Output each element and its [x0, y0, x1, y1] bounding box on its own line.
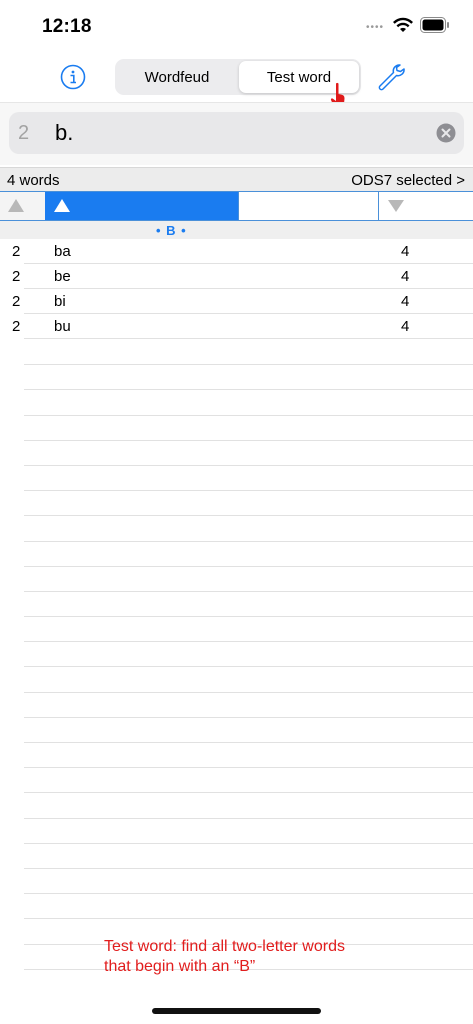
empty-row [24, 491, 473, 517]
empty-row [24, 441, 473, 466]
sort-descending-icon [388, 200, 404, 212]
empty-row [24, 793, 473, 819]
empty-row [24, 693, 473, 718]
empty-row [24, 819, 473, 844]
letter-filter-row: • B • [0, 221, 473, 239]
status-time: 12:18 [42, 16, 92, 37]
dictionary-selector[interactable]: ODS7 selected > [351, 172, 465, 189]
empty-row [24, 542, 473, 567]
empty-row-lines [24, 340, 473, 970]
search-area: 2 b. [0, 102, 473, 165]
word-length: 2 [12, 243, 21, 260]
caption-line-1: Test word: find all two-letter words [104, 938, 345, 955]
empty-row [24, 642, 473, 668]
empty-row [24, 390, 473, 416]
word-text: bu [54, 318, 71, 335]
signal-dots: •••• [366, 22, 385, 33]
empty-row [24, 365, 473, 391]
word-length: 2 [12, 268, 21, 285]
home-indicator[interactable] [152, 1008, 321, 1014]
sort-ascending-icon [8, 199, 24, 212]
segment-wordfeud[interactable]: Wordfeud [117, 61, 237, 93]
empty-row [24, 768, 473, 794]
empty-row [24, 869, 473, 895]
table-row[interactable]: 2 ba 4 [12, 239, 473, 264]
letter-filter-label[interactable]: • B • [156, 223, 187, 238]
caption-line-2: that begin with an “B” [104, 958, 256, 975]
sort-bar [0, 191, 473, 221]
mode-segmented-control: Wordfeud Test word [115, 59, 361, 95]
empty-row [24, 844, 473, 869]
empty-row [24, 516, 473, 542]
results-list: 2 ba 4 2 be 4 2 bi 4 2 bu 4 [0, 239, 473, 339]
sort-length-button[interactable] [0, 192, 45, 220]
clear-icon[interactable] [436, 123, 456, 143]
wifi-icon [393, 17, 413, 32]
empty-row [24, 718, 473, 743]
empty-row [24, 617, 473, 643]
search-input[interactable]: 2 b. [9, 112, 464, 154]
word-text: ba [54, 243, 71, 260]
word-score: 4 [401, 318, 410, 335]
status-bar: 12:18 •••• [0, 0, 473, 52]
empty-row [24, 567, 473, 592]
empty-row [24, 340, 473, 366]
battery-icon [420, 17, 449, 33]
word-count: 4 words [7, 172, 60, 189]
empty-row [24, 592, 473, 618]
word-text: be [54, 268, 71, 285]
word-score: 4 [401, 268, 410, 285]
sort-ascending-icon [54, 199, 70, 212]
word-score: 4 [401, 243, 410, 260]
word-length: 2 [12, 293, 21, 310]
empty-row [24, 667, 473, 693]
sort-word-ascending-button[interactable] [45, 192, 238, 220]
search-letter-count: 2 [18, 122, 30, 144]
table-row[interactable]: 2 bi 4 [12, 289, 473, 314]
sort-score-button[interactable] [378, 192, 473, 220]
empty-row [24, 466, 473, 492]
empty-row [24, 894, 473, 920]
word-text: bi [54, 293, 66, 310]
toolbar: Wordfeud Test word [0, 52, 473, 111]
tutorial-caption: Test word: find all two-letter words tha… [104, 937, 444, 977]
info-icon[interactable] [60, 64, 86, 90]
search-value[interactable]: b. [55, 120, 73, 146]
word-score: 4 [401, 293, 410, 310]
sort-column-blank[interactable] [238, 192, 378, 220]
table-row[interactable]: 2 bu 4 [12, 314, 473, 339]
results-header: 4 words ODS7 selected > [0, 167, 473, 191]
table-row[interactable]: 2 be 4 [12, 264, 473, 289]
empty-row [24, 416, 473, 441]
wrench-icon[interactable] [376, 62, 406, 92]
empty-row [24, 743, 473, 769]
word-length: 2 [12, 318, 21, 335]
